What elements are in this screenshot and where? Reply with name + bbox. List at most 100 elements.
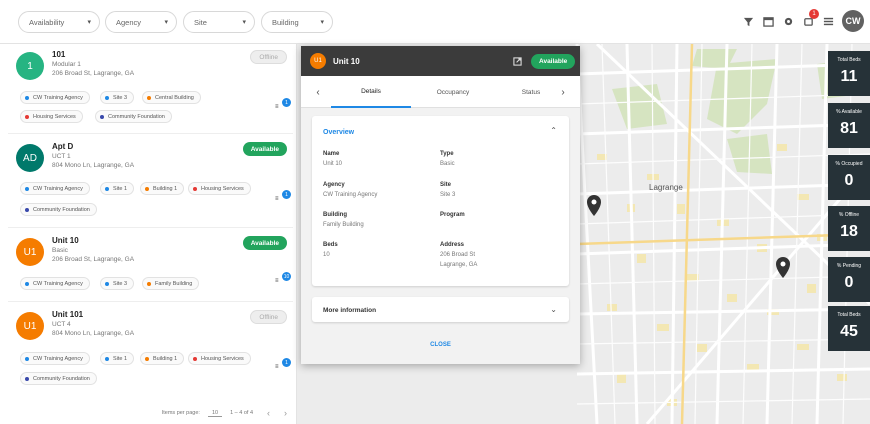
message-count: 1 xyxy=(282,98,291,107)
tag-dot xyxy=(25,376,29,381)
messages-button[interactable]: ≡ 1 xyxy=(275,98,291,114)
services-tag[interactable]: Housing Services xyxy=(188,182,251,195)
chevron-up-icon[interactable]: ⌃ xyxy=(550,126,557,135)
messages-button[interactable]: ≡ 10 xyxy=(275,272,291,288)
unit-card[interactable]: AD Apt D UCT 1 804 Mono Ln, Lagrange, GA… xyxy=(8,136,293,228)
stat-value: 0 xyxy=(844,172,854,189)
unit-type: UCT 4 xyxy=(52,321,71,328)
agency-tag[interactable]: CW Training Agency xyxy=(20,352,90,365)
unit-detail-panel: U1 Unit 10 Available ‹ Details Occupancy… xyxy=(301,46,580,364)
tag-label: Site 3 xyxy=(113,94,128,101)
tag-label: Central Building xyxy=(155,94,194,101)
avatar: AD xyxy=(16,144,44,172)
stat-label: Total Beds xyxy=(837,57,861,63)
filter-icon[interactable] xyxy=(742,15,754,27)
chevron-down-icon: ⌄ xyxy=(550,305,557,314)
overview-title[interactable]: Overview xyxy=(323,129,354,136)
tag-label: CW Training Agency xyxy=(33,185,83,192)
previous-page-button[interactable]: ‹ xyxy=(267,408,270,418)
services-tag[interactable]: Housing Services xyxy=(188,352,251,365)
foundation-tag[interactable]: Community Foundation xyxy=(95,110,172,123)
foundation-tag[interactable]: Community Foundation xyxy=(20,372,97,385)
page-range: 1 – 4 of 4 xyxy=(230,410,253,416)
building-filter[interactable]: Building ▾ xyxy=(261,11,333,33)
items-per-page-select[interactable]: 10 xyxy=(207,410,223,417)
tag-dot xyxy=(25,207,29,212)
status-badge: Offline xyxy=(250,310,287,324)
availability-filter[interactable]: Availability ▾ xyxy=(18,11,100,33)
avatar: U1 xyxy=(310,53,326,69)
stat-value: 18 xyxy=(840,223,858,240)
more-information-section[interactable]: More information ⌄ xyxy=(312,297,569,322)
unit-address: 206 Broad St, Lagrange, GA xyxy=(52,70,135,77)
open-external-icon[interactable] xyxy=(511,55,523,67)
tag-dot xyxy=(147,281,151,286)
unit-title: Unit 101 xyxy=(52,310,84,319)
field-value: Family Building xyxy=(323,222,364,228)
user-avatar[interactable]: CW xyxy=(842,10,864,32)
availability-filter-label: Availability xyxy=(29,17,65,27)
tag-label: Site 1 xyxy=(113,355,128,362)
next-page-button[interactable]: › xyxy=(284,408,287,418)
foundation-tag[interactable]: Community Foundation xyxy=(20,203,97,216)
messages-button[interactable]: ≡ 1 xyxy=(275,358,291,374)
field-label: Program xyxy=(440,212,465,218)
field-label: Type xyxy=(440,151,454,157)
agency-tag[interactable]: CW Training Agency xyxy=(20,182,90,195)
site-tag[interactable]: Site 3 xyxy=(100,277,135,290)
site-filter[interactable]: Site ▾ xyxy=(183,11,255,33)
field-value: Lagrange, GA xyxy=(440,262,478,268)
paginator: Items per page: 10 1 – 4 of 4 ‹ › xyxy=(0,402,296,424)
agency-tag[interactable]: CW Training Agency xyxy=(20,91,90,104)
tag-dot xyxy=(100,114,104,119)
filter-bar: Availability ▾ Agency ▾ Site ▾ Building … xyxy=(0,0,870,44)
building-tag[interactable]: Central Building xyxy=(142,91,201,104)
tag-label: CW Training Agency xyxy=(33,280,83,287)
notifications-icon[interactable]: 1 xyxy=(802,9,819,27)
field-label: Beds xyxy=(323,242,338,248)
tab-status[interactable]: Status xyxy=(511,76,551,108)
field-label: Address xyxy=(440,242,465,248)
agency-tag[interactable]: CW Training Agency xyxy=(20,277,90,290)
unit-card[interactable]: 1 101 Modular 1 206 Broad St, Lagrange, … xyxy=(8,44,293,134)
avatar: U1 xyxy=(16,238,44,266)
items-per-page-label: Items per page: xyxy=(161,410,200,416)
tag-label: Site 1 xyxy=(113,185,128,192)
building-tag[interactable]: Building 1 xyxy=(140,182,185,195)
tag-label: CW Training Agency xyxy=(33,355,83,362)
services-tag[interactable]: Housing Services xyxy=(20,110,83,123)
tag-label: Family Building xyxy=(155,280,193,287)
building-tag[interactable]: Building 1 xyxy=(140,352,185,365)
field-value: Unit 10 xyxy=(323,161,343,167)
site-tag[interactable]: Site 1 xyxy=(100,182,135,195)
stat-label: % Pending xyxy=(836,263,862,269)
chevron-left-icon[interactable]: ‹ xyxy=(308,76,328,108)
agency-filter[interactable]: Agency ▾ xyxy=(105,11,177,33)
site-tag[interactable]: Site 3 xyxy=(100,91,135,104)
tag-label: CW Training Agency xyxy=(33,94,83,101)
stat-value: 0 xyxy=(844,274,854,291)
message-count: 1 xyxy=(282,358,291,367)
chevron-down-icon: ▾ xyxy=(242,19,246,26)
stat-label: % Available xyxy=(836,109,862,115)
building-tag[interactable]: Family Building xyxy=(142,277,200,290)
settings-icon[interactable] xyxy=(782,15,794,27)
tab-occupancy[interactable]: Occupancy xyxy=(413,76,493,108)
menu-icon[interactable] xyxy=(822,15,834,27)
messages-button[interactable]: ≡ 1 xyxy=(275,190,291,206)
site-tag[interactable]: Site 1 xyxy=(100,352,135,365)
more-information-title: More information xyxy=(323,307,377,314)
field-label: Name xyxy=(323,151,340,157)
tab-details[interactable]: Details xyxy=(331,76,411,108)
tag-dot xyxy=(25,95,29,100)
unit-card[interactable]: U1 Unit 10 Basic 206 Broad St, Lagrange,… xyxy=(8,230,293,302)
tag-dot xyxy=(193,186,197,191)
avatar: 1 xyxy=(16,52,44,80)
calendar-icon[interactable] xyxy=(762,15,774,27)
tag-label: Building 1 xyxy=(153,185,178,192)
field-label: Building xyxy=(323,212,347,218)
chevron-right-icon[interactable]: › xyxy=(553,76,573,108)
close-button[interactable]: CLOSE xyxy=(301,342,580,348)
unit-card[interactable]: U1 Unit 101 UCT 4 804 Mono Ln, Lagrange,… xyxy=(8,304,293,396)
chat-icon: ≡ xyxy=(275,104,279,110)
